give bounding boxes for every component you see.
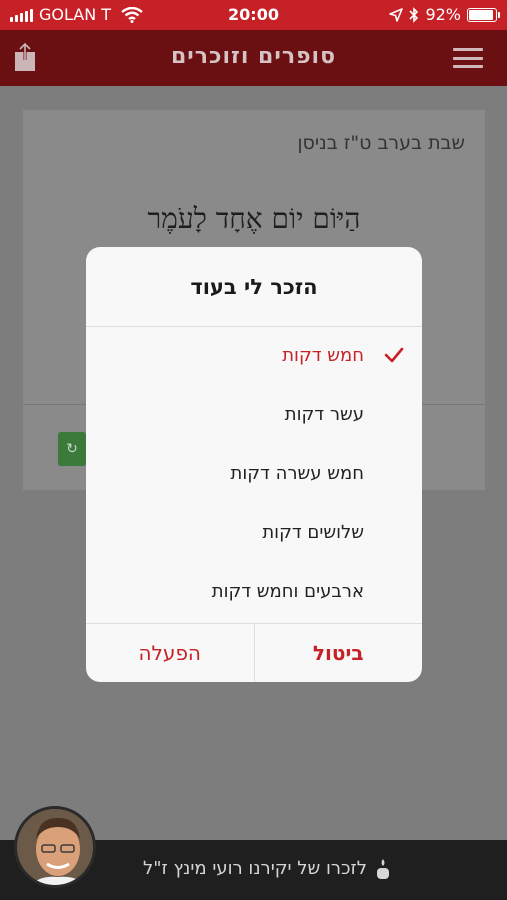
option-ten-minutes[interactable]: עשר דקות xyxy=(86,386,422,445)
option-label: חמש דקות xyxy=(282,345,364,366)
reminder-dialog: הזכר לי בעוד חמש דקות עשר דקות חמש עשרה … xyxy=(86,247,422,682)
option-fifteen-minutes[interactable]: חמש עשרה דקות xyxy=(86,445,422,504)
option-five-minutes[interactable]: חמש דקות xyxy=(86,327,422,386)
location-arrow-icon xyxy=(389,7,404,22)
cancel-button[interactable]: ביטול xyxy=(253,624,423,682)
option-label: ארבעים וחמש דקות xyxy=(211,581,364,602)
page-title: סופרים וזוכרים xyxy=(170,44,337,69)
bluetooth-icon xyxy=(409,6,419,23)
status-right: 92% xyxy=(389,5,500,24)
option-label: עשר דקות xyxy=(284,404,364,425)
avatar xyxy=(14,806,96,888)
refresh-button[interactable]: ↻ xyxy=(58,432,86,466)
dialog-actions: הפעלה ביטול xyxy=(86,623,422,682)
battery-fill xyxy=(469,9,493,20)
option-forty-five-minutes[interactable]: ארבעים וחמש דקות xyxy=(86,563,422,622)
option-thirty-minutes[interactable]: שלושים דקות xyxy=(86,504,422,563)
status-bar: GOLAN T 20:00 92% xyxy=(0,0,507,30)
checkmark-icon xyxy=(384,347,404,363)
battery-icon xyxy=(467,7,500,22)
dialog-title: הזכר לי בעוד xyxy=(86,247,422,327)
refresh-icon: ↻ xyxy=(66,441,78,457)
option-label: שלושים דקות xyxy=(262,522,364,543)
candle-icon xyxy=(377,859,389,879)
activate-button[interactable]: הפעלה xyxy=(86,624,254,682)
app-header: סופרים וזוכרים xyxy=(0,30,507,86)
option-label: חמש עשרה דקות xyxy=(230,463,364,484)
battery-percent: 92% xyxy=(425,5,461,24)
reminder-options-list: חמש דקות עשר דקות חמש עשרה דקות שלושים ד… xyxy=(86,327,422,622)
hebrew-date: שבת בערב ט"ז בניסן xyxy=(297,132,465,154)
hamburger-menu-icon[interactable] xyxy=(453,48,483,68)
memorial-text: לזכרו של יקירנו רועי מינץ ז"ל xyxy=(143,858,367,879)
omer-count-text: הַיּוֹם יוֹם אֶחָד לָעֹמֶר xyxy=(147,202,361,235)
